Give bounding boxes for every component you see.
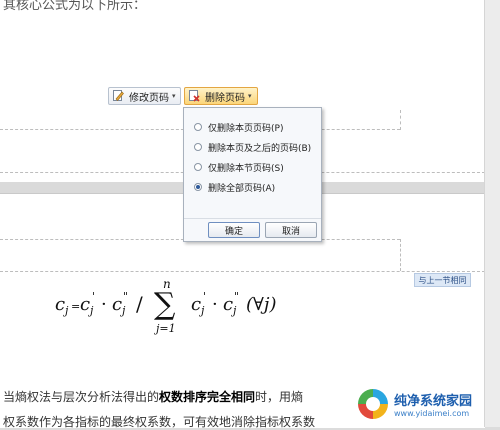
formula-lhs-sub: j xyxy=(65,304,69,317)
option-delete-this-and-after[interactable]: 删除本页及之后的页码(B) xyxy=(194,140,311,154)
header-boundary-side xyxy=(400,239,401,271)
cancel-button[interactable]: 取消 xyxy=(265,222,317,238)
formula: c j = c j ' · c j " / ∑ n j=1 c j ' · c … xyxy=(55,277,325,338)
option-label: 仅删除本节页码(S) xyxy=(208,163,284,174)
formula-term3: c xyxy=(191,294,202,315)
chevron-down-icon: ▾ xyxy=(248,92,252,100)
edit-page-icon xyxy=(113,90,124,102)
vertical-scrollbar[interactable] xyxy=(484,0,500,427)
formula-term4: c xyxy=(223,294,234,315)
body-text-segment: 时，用熵 xyxy=(255,390,304,404)
modify-page-number-label: 修改页码 xyxy=(129,92,169,104)
formula-term2-sup: " xyxy=(123,290,129,303)
formula-tail: (∀j) xyxy=(246,294,277,315)
delete-page-number-label: 删除页码 xyxy=(205,92,245,104)
same-as-previous-tag: 与上一节相同 xyxy=(414,273,471,287)
option-delete-all[interactable]: 删除全部页码(A) xyxy=(194,180,275,194)
formula-term1-sub: j xyxy=(90,304,94,317)
ok-button[interactable]: 确定 xyxy=(208,222,260,238)
option-label: 删除本页及之后的页码(B) xyxy=(208,143,312,154)
body-line-1: 当熵权法与层次分析法得出的权数排序完全相同时，用熵 xyxy=(3,388,303,405)
watermark-title: 纯净系统家园 xyxy=(394,394,473,409)
delete-page-number-menu: 仅删除本页页码(P) 删除本页及之后的页码(B) 仅删除本节页码(S) 删除全部… xyxy=(183,107,322,242)
formula-term2-sub: j xyxy=(122,304,126,317)
watermark: 纯净系统家园 www.yidaimei.com xyxy=(358,384,493,424)
option-label: 仅删除本页页码(P) xyxy=(208,123,284,134)
modify-page-number-button[interactable]: 修改页码 ▾ xyxy=(108,87,181,105)
site-logo-icon xyxy=(358,389,388,419)
formula-dot: · xyxy=(212,294,218,315)
radio-icon xyxy=(194,123,202,131)
watermark-text: 纯净系统家园 www.yidaimei.com xyxy=(394,390,472,418)
formula-term2: c xyxy=(112,294,123,315)
formula-lhs: c xyxy=(55,294,66,315)
body-text-bold: 权数排序完全相同 xyxy=(159,390,256,404)
delete-page-icon xyxy=(189,90,200,102)
watermark-url: www.yidaimei.com xyxy=(394,409,470,418)
option-delete-this-section[interactable]: 仅删除本节页码(S) xyxy=(194,160,284,174)
formula-term4-sup: " xyxy=(234,290,240,303)
radio-icon xyxy=(194,143,202,151)
body-text-segment: 当熵权法与层次分析法得出的 xyxy=(3,390,160,404)
delete-page-number-button[interactable]: 删除页码 ▾ xyxy=(184,87,258,105)
footer-boundary-side xyxy=(400,110,401,130)
formula-equals: = xyxy=(71,300,81,313)
option-label: 删除全部页码(A) xyxy=(208,183,276,194)
radio-checked-icon xyxy=(194,183,202,191)
formula-sum-top: n xyxy=(163,277,171,291)
radio-icon xyxy=(194,163,202,171)
formula-term3-sup: ' xyxy=(203,290,207,303)
formula-term1: c xyxy=(80,294,91,315)
formula-term3-sub: j xyxy=(201,304,205,317)
option-delete-this-page[interactable]: 仅删除本页页码(P) xyxy=(194,120,283,134)
intro-text: 其核心公式为以下所示： xyxy=(3,0,147,13)
header-boundary-bottom xyxy=(0,271,485,272)
formula-slash: / xyxy=(136,292,143,316)
formula-sum-bottom: j=1 xyxy=(156,322,176,335)
chevron-down-icon: ▾ xyxy=(172,92,176,100)
menu-divider xyxy=(184,218,321,219)
body-line-2: 权系数作为各指标的最终权系数，可有效地消除指标权系数 xyxy=(3,415,316,429)
formula-term1-sup: ' xyxy=(92,290,96,303)
formula-dot: · xyxy=(101,294,107,315)
formula-term4-sub: j xyxy=(233,304,237,317)
formula-sigma: ∑ xyxy=(154,287,176,322)
